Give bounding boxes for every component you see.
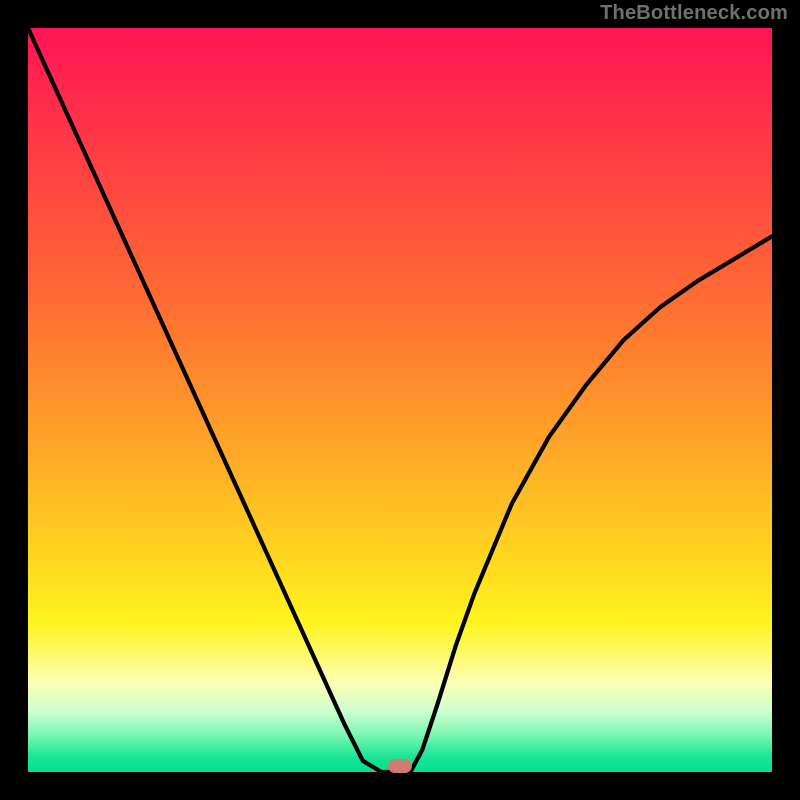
chart-frame: TheBottleneck.com	[0, 0, 800, 800]
optimal-point-marker	[388, 759, 412, 773]
watermark-text: TheBottleneck.com	[600, 2, 788, 25]
bottleneck-curve	[28, 28, 772, 772]
plot-area	[28, 28, 772, 772]
